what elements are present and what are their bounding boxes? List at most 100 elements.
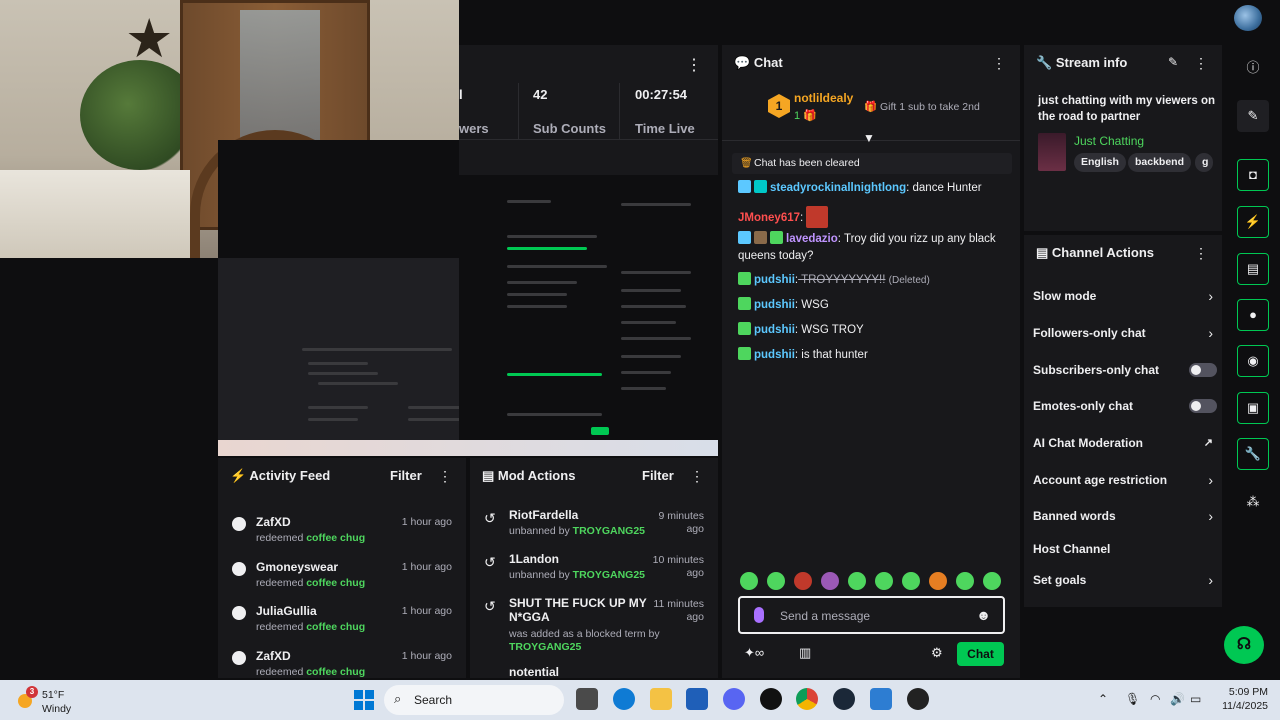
emote-button[interactable] <box>740 572 758 590</box>
channel-actions-menu-icon[interactable]: ⋮ <box>1194 235 1208 271</box>
chat-send-button[interactable]: Chat <box>957 642 1004 666</box>
tag-chip[interactable]: g <box>1195 153 1213 172</box>
feed-item[interactable]: Gmoneyswear redeemed coffee chug 1 hour … <box>218 554 466 598</box>
info-icon[interactable]: ⓘ <box>1237 52 1269 84</box>
battery-icon[interactable]: ▭ <box>1190 692 1201 706</box>
action-banned-words[interactable]: Banned words › <box>1033 506 1217 526</box>
action-host-channel[interactable]: Host Channel <box>1033 539 1217 559</box>
lightning-icon[interactable]: ⚡ <box>1237 206 1269 238</box>
action-set-goals[interactable]: Set goals › <box>1033 570 1217 590</box>
mod-menu-icon[interactable]: ⋮ <box>690 458 704 494</box>
emoji-picker-icon[interactable]: ☻ <box>976 607 991 623</box>
volume-icon[interactable]: 🔊 <box>1170 692 1185 706</box>
broadcast-icon[interactable]: ◉ <box>1237 345 1269 377</box>
chat-user[interactable]: JMoney617 <box>738 212 800 224</box>
emote-button[interactable] <box>821 572 839 590</box>
wifi-icon[interactable]: ◠ <box>1150 692 1160 706</box>
chat-message[interactable]: lavedazio: Troy did you rizz up any blac… <box>738 231 1010 265</box>
emote-button[interactable] <box>794 572 812 590</box>
emote-button[interactable] <box>983 572 1001 590</box>
action-subscribers-only[interactable]: Subscribers-only chat <box>1033 360 1217 380</box>
chat-message[interactable]: pudshii: is that hunter <box>738 347 1010 364</box>
chat-message[interactable]: pudshii: WSG <box>738 297 1010 314</box>
discord-icon[interactable] <box>723 688 745 710</box>
store-icon[interactable]: ▥ <box>799 645 811 661</box>
edit-icon[interactable]: ✎ <box>1237 100 1269 132</box>
collapse-icon[interactable]: ▼ <box>863 131 875 145</box>
chat-message-input[interactable] <box>780 606 970 626</box>
taskbar-search[interactable]: ⌕ Search <box>384 685 564 715</box>
microphone-icon[interactable]: 🎙 <box>1125 692 1140 706</box>
activity-menu-icon[interactable]: ⋮ <box>438 458 452 494</box>
file-explorer-icon[interactable] <box>650 688 672 710</box>
chat-message[interactable]: pudshii: WSG TROY <box>738 322 1010 339</box>
action-label: Account age restriction <box>1033 473 1168 487</box>
stream-info-menu-icon[interactable]: ⋮ <box>1194 45 1208 81</box>
notepad-icon[interactable] <box>870 688 892 710</box>
avatar[interactable] <box>1234 5 1262 31</box>
chat-input-box[interactable]: ☻ <box>738 596 1005 634</box>
edit-pencil-icon[interactable]: ✎ <box>1168 55 1178 69</box>
chat-menu-icon[interactable]: ⋮ <box>992 45 1006 81</box>
steam-icon[interactable] <box>833 688 855 710</box>
activity-filter-button[interactable]: Filter <box>390 458 422 494</box>
mic-icon[interactable] <box>754 607 764 623</box>
tag-chip[interactable]: English <box>1074 153 1126 172</box>
action-slow-mode[interactable]: Slow mode › <box>1033 286 1217 306</box>
emote-button[interactable] <box>956 572 974 590</box>
store-app-icon[interactable] <box>686 688 708 710</box>
chevron-up-icon[interactable]: ⌃ <box>1098 692 1108 706</box>
subscribers-only-toggle[interactable] <box>1189 363 1217 377</box>
action-ai-moderation[interactable]: AI Chat Moderation ↗ <box>1033 433 1217 453</box>
mod-item[interactable]: ↺ RiotFardella unbanned by TROYGANG25 9 … <box>470 504 718 544</box>
chat-message[interactable]: steadyrockinallnightlong: dance Hunter <box>738 180 1010 197</box>
help-headset-button[interactable]: ☊ <box>1224 626 1264 664</box>
camera-icon[interactable]: ◘ <box>1237 159 1269 191</box>
chat-user[interactable]: lavedazio <box>786 233 838 245</box>
task-view-icon[interactable] <box>576 688 598 710</box>
capcut-icon[interactable] <box>760 688 782 710</box>
chat-message[interactable]: pudshii: TROYYYYYYY!! (Deleted) <box>738 272 1010 289</box>
action-account-age[interactable]: Account age restriction › <box>1033 470 1217 490</box>
mod-item[interactable]: ↺ 1Landon unbanned by TROYGANG25 10 minu… <box>470 548 718 588</box>
screen-icon[interactable]: ▣ <box>1237 392 1269 424</box>
obs-icon[interactable] <box>907 688 929 710</box>
emote-button[interactable] <box>902 572 920 590</box>
mini-line <box>621 387 666 390</box>
emotes-only-toggle[interactable] <box>1189 399 1217 413</box>
action-followers-only[interactable]: Followers-only chat › <box>1033 323 1217 343</box>
mod-filter-button[interactable]: Filter <box>642 458 674 494</box>
windows-start-button[interactable] <box>354 690 374 710</box>
tag-chip[interactable]: backbend <box>1128 153 1192 172</box>
emote-button[interactable] <box>929 572 947 590</box>
chrome-icon[interactable] <box>796 688 818 710</box>
chat-bubble-icon[interactable]: ● <box>1237 299 1269 331</box>
document-icon[interactable]: ▤ <box>1237 253 1269 285</box>
chat-user[interactable]: pudshii <box>754 324 795 336</box>
chat-user[interactable]: steadyrockinallnightlong <box>770 182 906 194</box>
stats-menu-icon[interactable]: ⋮ <box>686 55 702 75</box>
feed-item[interactable]: JuliaGullia redeemed coffee chug 1 hour … <box>218 598 466 642</box>
category-link[interactable]: Just Chatting <box>1074 134 1144 148</box>
chat-user[interactable]: pudshii <box>754 349 795 361</box>
external-link-icon: ↗ <box>1203 437 1213 449</box>
tray-clock[interactable]: 5:09 PM 11/4/2025 <box>1218 685 1268 713</box>
edge-icon[interactable] <box>613 688 635 710</box>
emote-button[interactable] <box>767 572 785 590</box>
mini-line <box>507 373 602 376</box>
channel-points-icon[interactable]: ✦∞ <box>744 645 764 661</box>
action-emotes-only[interactable]: Emotes-only chat <box>1033 396 1217 416</box>
chat-user[interactable]: pudshii <box>754 299 795 311</box>
mod-item[interactable]: ↺ SHUT THE FUCK UP MY N*GGA was added as… <box>470 592 718 658</box>
chat-message[interactable]: JMoney617: <box>738 206 1010 228</box>
chat-user[interactable]: pudshii <box>754 274 795 286</box>
emote-button[interactable] <box>848 572 866 590</box>
emote-button[interactable] <box>875 572 893 590</box>
settings-gear-icon[interactable]: ⚙ <box>931 645 943 661</box>
mod-item[interactable]: notential <box>470 662 718 678</box>
wrench-icon[interactable]: 🔧 <box>1237 438 1269 470</box>
gift-leaderboard[interactable]: 1 notlildealy 1 🎁 🎁 Gift 1 sub to take 2… <box>722 81 1020 145</box>
nodes-icon[interactable]: ⁂ <box>1237 486 1269 518</box>
feed-item[interactable]: ZafXD redeemed coffee chug 1 hour ago <box>218 509 466 553</box>
weather-widget[interactable]: 3 51°F Windy <box>14 686 104 716</box>
